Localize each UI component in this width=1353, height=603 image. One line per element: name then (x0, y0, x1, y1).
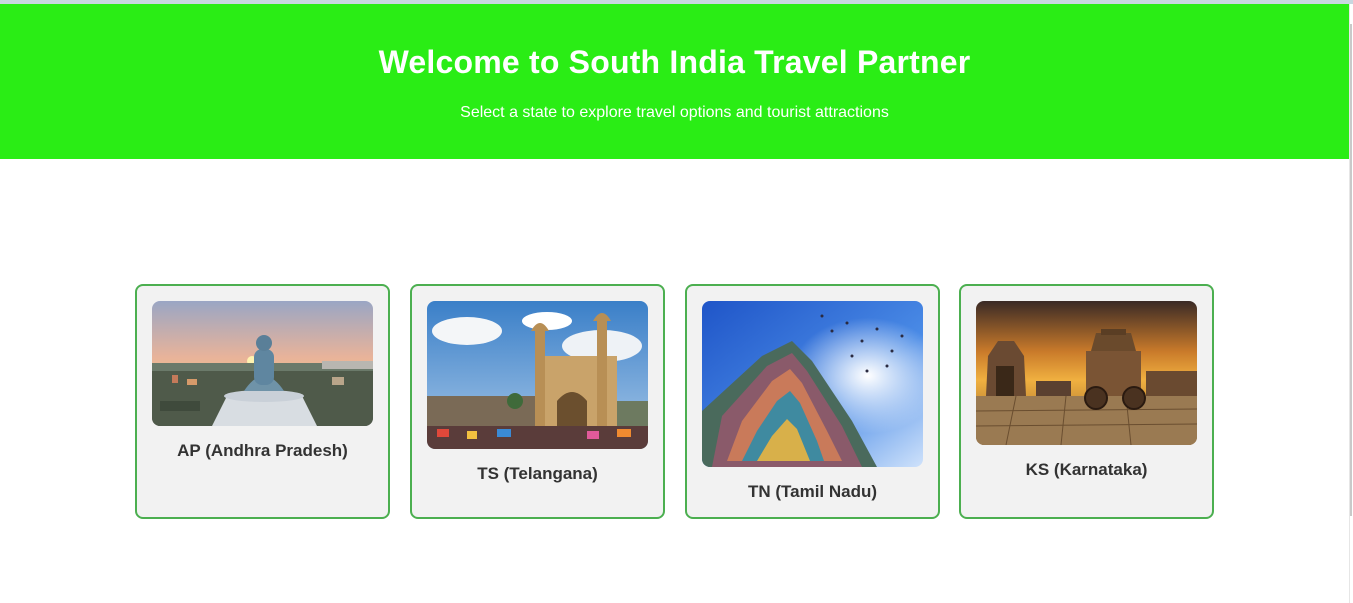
scrollbar-thumb[interactable] (1350, 24, 1352, 516)
telangana-charminar-image (427, 301, 648, 449)
tamilnadu-temple-image (702, 301, 923, 467)
state-card-label: KS (Karnataka) (1025, 460, 1148, 479)
state-card-label: TN (Tamil Nadu) (747, 482, 878, 501)
karnataka-hampi-image (976, 301, 1197, 445)
vertical-scrollbar[interactable] (1349, 4, 1353, 603)
page-title: Welcome to South India Travel Partner (378, 44, 971, 80)
state-card-ap[interactable]: AP (Andhra Pradesh) (135, 284, 390, 519)
state-card-label: AP (Andhra Pradesh) (177, 441, 348, 460)
page-subtitle: Select a state to explore travel options… (460, 104, 889, 121)
state-card-label: TS (Telangana) (477, 464, 598, 483)
welcome-banner: Welcome to South India Travel Partner Se… (0, 4, 1349, 159)
andhra-buddha-statue-image (152, 301, 373, 426)
state-card-tn[interactable]: TN (Tamil Nadu) (685, 284, 940, 519)
state-card-ks[interactable]: KS (Karnataka) (959, 284, 1214, 519)
state-card-ts[interactable]: TS (Telangana) (410, 284, 665, 519)
